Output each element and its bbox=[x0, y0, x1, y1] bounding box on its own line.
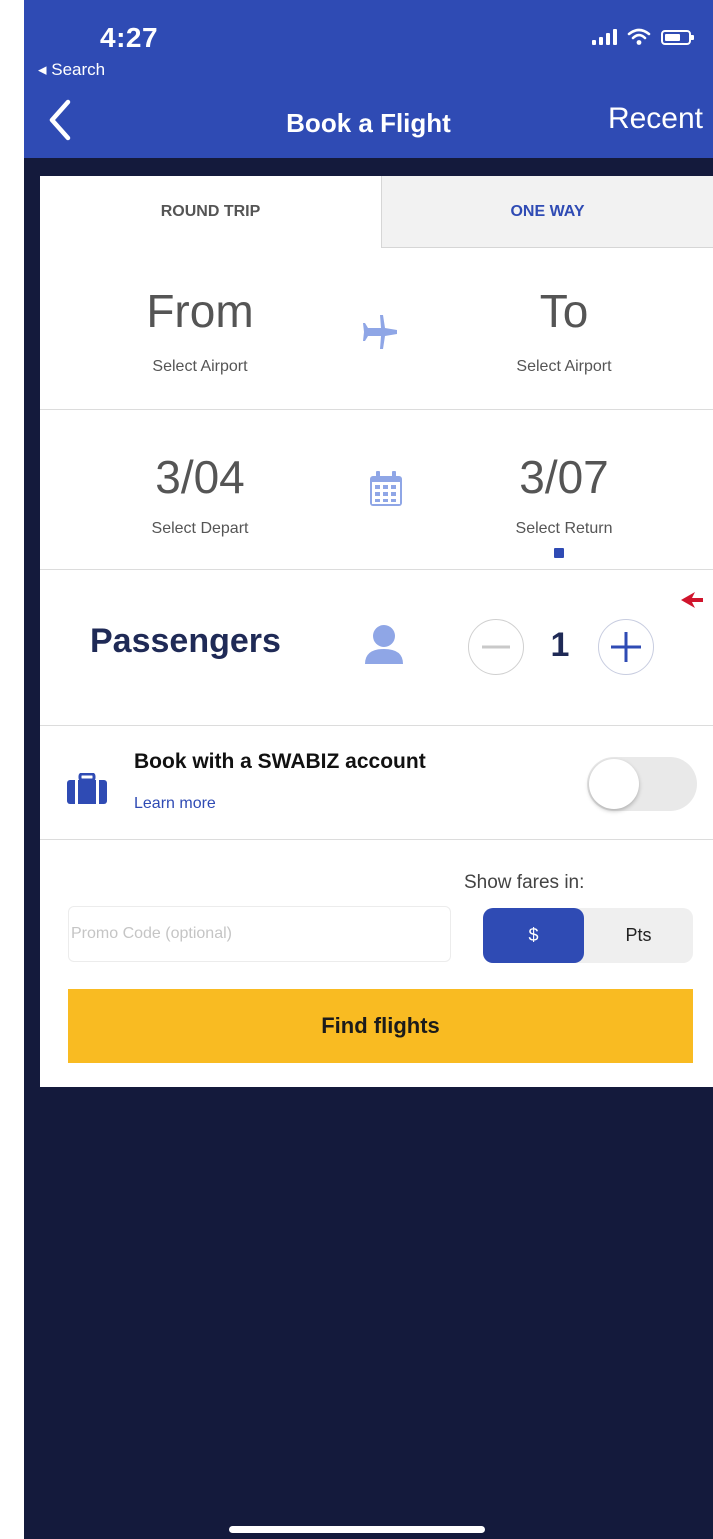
toggle-knob bbox=[589, 759, 639, 809]
promo-code-input[interactable] bbox=[68, 906, 451, 962]
battery-icon bbox=[661, 29, 694, 45]
wifi-icon bbox=[627, 28, 651, 45]
show-fares-label: Show fares in: bbox=[464, 872, 585, 893]
find-flights-button[interactable]: Find flights bbox=[68, 989, 693, 1063]
swabiz-toggle[interactable] bbox=[587, 757, 697, 811]
depart-date-hint: Select Depart bbox=[151, 520, 249, 537]
trip-type-tabs: ROUND TRIP ONE WAY bbox=[40, 176, 713, 248]
fare-points-option[interactable]: Pts bbox=[584, 908, 693, 963]
passengers-label: Passengers bbox=[90, 622, 281, 660]
return-date-button[interactable]: 3/07 bbox=[444, 450, 684, 504]
minus-icon bbox=[482, 645, 510, 649]
from-airport-hint: Select Airport bbox=[152, 358, 248, 375]
passengers-section: Passengers 1 bbox=[40, 570, 713, 726]
recent-button[interactable]: Recent bbox=[608, 102, 703, 136]
increase-passengers-button[interactable] bbox=[598, 619, 654, 675]
red-pointer-arrow-icon bbox=[681, 592, 703, 608]
swabiz-section: Book with a SWABIZ account Learn more bbox=[40, 726, 713, 840]
tab-round-trip[interactable]: ROUND TRIP bbox=[40, 176, 381, 248]
back-to-search-link[interactable]: ◂ Search bbox=[38, 60, 105, 80]
dates-section: 3/04 Select Depart 3/07 Select Return bbox=[40, 410, 713, 570]
depart-date-button[interactable]: 3/04 bbox=[80, 450, 320, 504]
calendar-icon bbox=[370, 471, 402, 506]
to-airport-button[interactable]: To bbox=[444, 284, 684, 338]
status-time: 4:27 bbox=[100, 22, 159, 53]
status-icons bbox=[592, 28, 694, 46]
tap-indicator-dot bbox=[552, 546, 566, 560]
return-date-hint: Select Return bbox=[515, 520, 613, 537]
briefcase-icon bbox=[67, 773, 107, 804]
airplane-icon bbox=[363, 315, 397, 349]
person-icon bbox=[365, 625, 403, 664]
to-airport-hint: Select Airport bbox=[516, 358, 612, 375]
from-airport-button[interactable]: From bbox=[80, 284, 320, 338]
header: 4:27 ◂ Search Book a Flight Recent bbox=[24, 0, 713, 158]
fare-currency-switch: $ Pts bbox=[483, 908, 693, 963]
swabiz-title: Book with a SWABIZ account bbox=[134, 750, 426, 773]
route-section: From Select Airport To Select Airport bbox=[40, 248, 713, 410]
decrease-passengers-button[interactable] bbox=[468, 619, 524, 675]
plus-icon bbox=[611, 632, 641, 662]
tab-one-way[interactable]: ONE WAY bbox=[381, 176, 713, 248]
learn-more-link[interactable]: Learn more bbox=[134, 795, 216, 813]
fare-dollars-option[interactable]: $ bbox=[483, 908, 584, 963]
passenger-count: 1 bbox=[550, 626, 570, 664]
phone-screen: 4:27 ◂ Search Book a Flight Recent ROUND… bbox=[24, 0, 713, 1539]
booking-card: ROUND TRIP ONE WAY From Select Airport T… bbox=[40, 176, 713, 1087]
cellular-signal-icon bbox=[592, 29, 617, 45]
home-indicator bbox=[229, 1526, 485, 1533]
